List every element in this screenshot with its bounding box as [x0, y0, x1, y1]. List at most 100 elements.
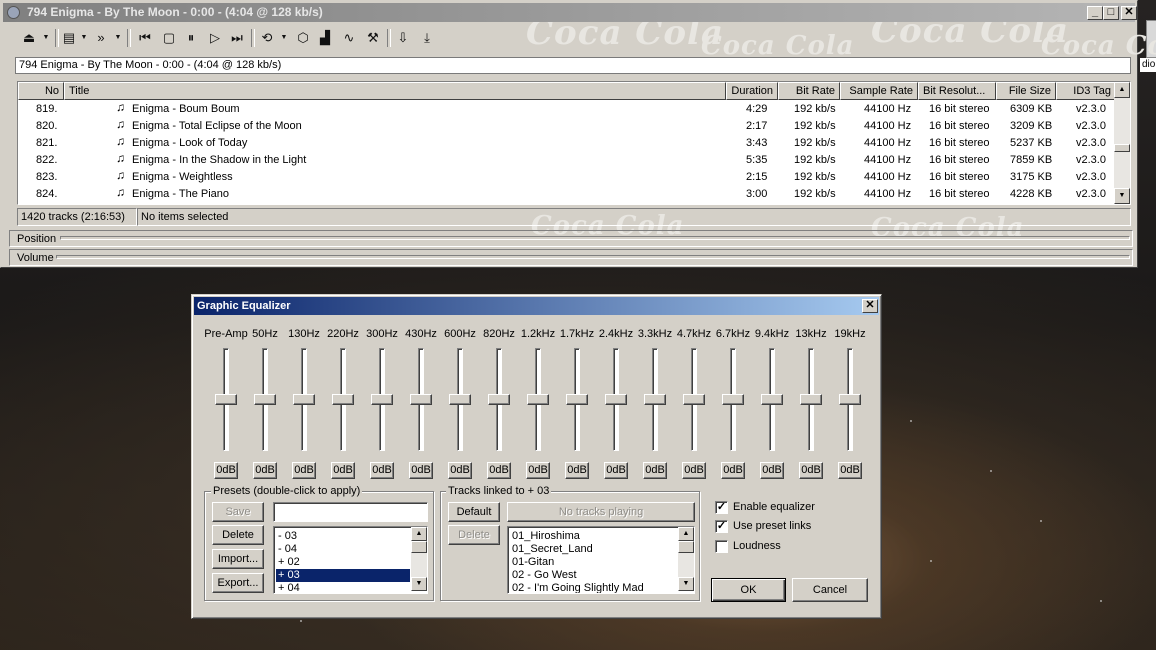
band-slider-thumb[interactable]	[527, 394, 549, 405]
scroll-thumb[interactable]	[678, 541, 694, 553]
column-header-filesize[interactable]: File Size	[996, 82, 1056, 100]
playlist-scrollbar[interactable]: ▲ ▼	[1114, 82, 1130, 204]
playlist-row[interactable]: 823. ♫ Enigma - Weightless 2:15 192 kb/s…	[18, 169, 1116, 186]
band-value-button[interactable]: 0dB	[526, 462, 550, 479]
band-slider-thumb[interactable]	[644, 394, 666, 405]
band-slider-thumb[interactable]	[800, 394, 822, 405]
playlist-icon[interactable]: ▤	[59, 27, 79, 49]
arrow-down-icon[interactable]: ⇩	[393, 27, 413, 49]
playlist-row[interactable]: 819. ♫ Enigma - Boum Boum 4:29 192 kb/s …	[18, 101, 1116, 118]
download-icon[interactable]: ⤓	[417, 27, 437, 49]
band-value-button[interactable]: 0dB	[643, 462, 667, 479]
band-slider-thumb[interactable]	[215, 394, 237, 405]
linked-track-item[interactable]: 01-Gitan	[510, 556, 678, 569]
settings-icon[interactable]: ⚒	[363, 27, 383, 49]
chevron-down-icon[interactable]: ▼	[113, 27, 123, 49]
band-value-button[interactable]: 0dB	[331, 462, 355, 479]
preset-item-selected[interactable]: + 03	[275, 568, 411, 583]
playlist-row[interactable]: 821. ♫ Enigma - Look of Today 3:43 192 k…	[18, 135, 1116, 152]
linked-track-item[interactable]: 01_Secret_Land	[510, 543, 678, 556]
preset-item[interactable]: + 04	[276, 582, 410, 593]
band-slider-thumb[interactable]	[371, 394, 393, 405]
pause-icon[interactable]: ⏸	[181, 27, 201, 49]
volume-slider[interactable]	[56, 255, 1130, 259]
band-slider-thumb[interactable]	[683, 394, 705, 405]
close-button[interactable]: ✕	[1121, 6, 1137, 20]
column-header-samplerate[interactable]: Sample Rate	[840, 82, 918, 100]
import-button[interactable]: Import...	[212, 549, 264, 569]
tracks-scrollbar[interactable]: ▲ ▼	[678, 527, 694, 591]
scroll-up-button[interactable]: ▲	[678, 527, 694, 541]
band-slider-thumb[interactable]	[293, 394, 315, 405]
ok-button[interactable]: OK	[711, 578, 786, 602]
delete-preset-button[interactable]: Delete	[212, 525, 264, 545]
maximize-button[interactable]: □	[1103, 6, 1119, 20]
band-slider-thumb[interactable]	[332, 394, 354, 405]
scroll-up-button[interactable]: ▲	[1114, 82, 1130, 98]
eject-icon[interactable]: ⏏	[19, 27, 39, 49]
band-slider-thumb[interactable]	[488, 394, 510, 405]
preset-item[interactable]: - 04	[276, 543, 410, 556]
enable-equalizer-checkbox[interactable]: ✓	[715, 501, 728, 514]
no-tracks-playing-button[interactable]: No tracks playing	[507, 502, 695, 522]
cube-icon[interactable]: ⬡	[293, 27, 313, 49]
app-icon[interactable]	[7, 6, 20, 19]
minimize-button[interactable]: _	[1087, 6, 1103, 20]
playlist-row[interactable]: 824. ♫ Enigma - The Piano 3:00 192 kb/s …	[18, 186, 1116, 203]
save-button[interactable]: Save	[212, 502, 264, 522]
band-slider-thumb[interactable]	[605, 394, 627, 405]
band-slider-thumb[interactable]	[839, 394, 861, 405]
previous-icon[interactable]: ⏮	[135, 27, 155, 49]
band-value-button[interactable]: 0dB	[604, 462, 628, 479]
linked-track-item[interactable]: 02 - Go West	[510, 569, 678, 582]
band-slider-thumb[interactable]	[449, 394, 471, 405]
chevron-down-icon[interactable]: ▼	[79, 27, 89, 49]
band-value-button[interactable]: 0dB	[799, 462, 823, 479]
band-value-button[interactable]: 0dB	[292, 462, 316, 479]
scroll-down-button[interactable]: ▼	[678, 577, 694, 591]
band-value-button[interactable]: 0dB	[370, 462, 394, 479]
band-value-button[interactable]: 0dB	[253, 462, 277, 479]
chevron-down-icon[interactable]: ▼	[41, 27, 51, 49]
preset-name-input[interactable]	[273, 502, 428, 522]
position-slider[interactable]	[60, 236, 1130, 240]
play-icon[interactable]: ▷	[205, 27, 225, 49]
column-header-duration[interactable]: Duration	[726, 82, 778, 100]
presets-scrollbar[interactable]: ▲ ▼	[411, 527, 427, 591]
next-icon[interactable]: ⏭	[227, 27, 247, 49]
column-header-id3[interactable]: ID3 Tag	[1056, 82, 1116, 100]
band-value-button[interactable]: 0dB	[721, 462, 745, 479]
track-info-field[interactable]: 794 Enigma - By The Moon - 0:00 - (4:04 …	[15, 57, 1131, 74]
visualization-icon[interactable]: ▟	[315, 27, 335, 49]
desktop-icon[interactable]	[1146, 20, 1156, 58]
delete-link-button[interactable]: Delete	[448, 525, 500, 545]
column-header-bitrate[interactable]: Bit Rate	[778, 82, 840, 100]
chevron-down-icon[interactable]: ▼	[279, 27, 289, 49]
band-slider-thumb[interactable]	[566, 394, 588, 405]
band-value-button[interactable]: 0dB	[838, 462, 862, 479]
scroll-up-button[interactable]: ▲	[411, 527, 427, 541]
default-button[interactable]: Default	[448, 502, 500, 522]
band-value-button[interactable]: 0dB	[214, 462, 238, 479]
preset-item[interactable]: - 03	[276, 530, 410, 543]
column-header-no[interactable]: No	[18, 82, 64, 100]
column-header-title[interactable]: Title	[64, 82, 726, 100]
scroll-thumb[interactable]	[411, 541, 427, 553]
column-header-resolution[interactable]: Bit Resolut...	[918, 82, 996, 100]
band-slider-thumb[interactable]	[410, 394, 432, 405]
band-value-button[interactable]: 0dB	[565, 462, 589, 479]
equalizer-title-bar[interactable]: Graphic Equalizer ✕	[194, 297, 879, 315]
title-bar[interactable]: 794 Enigma - By The Moon - 0:00 - (4:04 …	[3, 3, 1137, 22]
band-slider-thumb[interactable]	[254, 394, 276, 405]
band-slider-thumb[interactable]	[722, 394, 744, 405]
tools-icon[interactable]: »	[91, 27, 111, 49]
preset-item[interactable]: + 02	[276, 556, 410, 569]
linked-tracks-list[interactable]: 01_Hiroshima 01_Secret_Land 01-Gitan 02 …	[507, 526, 695, 594]
close-button[interactable]: ✕	[862, 299, 878, 313]
use-preset-links-checkbox[interactable]: ✓	[715, 520, 728, 533]
band-value-button[interactable]: 0dB	[448, 462, 472, 479]
playlist[interactable]: No Title Duration Bit Rate Sample Rate B…	[17, 81, 1131, 205]
playlist-row[interactable]: 820. ♫ Enigma - Total Eclipse of the Moo…	[18, 118, 1116, 135]
cancel-button[interactable]: Cancel	[792, 578, 868, 602]
band-value-button[interactable]: 0dB	[409, 462, 433, 479]
